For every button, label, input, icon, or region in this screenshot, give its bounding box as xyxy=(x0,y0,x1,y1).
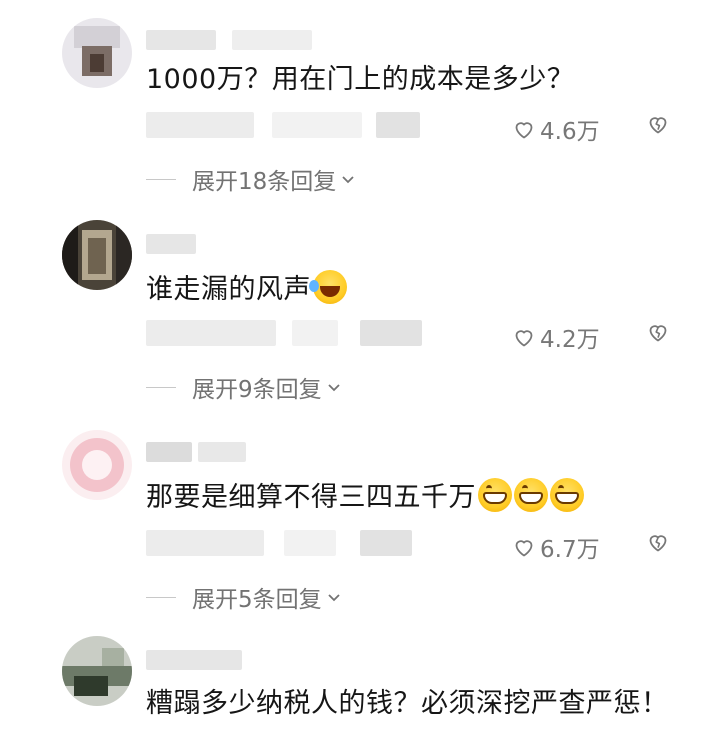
avatar[interactable] xyxy=(62,18,132,88)
heart-outline-icon xyxy=(515,122,533,139)
broken-heart-icon[interactable] xyxy=(646,320,670,344)
broken-heart-icon[interactable] xyxy=(646,112,670,136)
chevron-down-icon xyxy=(328,384,340,392)
comment-text: 谁走漏的风声 xyxy=(146,270,347,308)
heart-outline-icon xyxy=(515,540,533,557)
avatar[interactable] xyxy=(62,220,132,290)
avatar[interactable] xyxy=(62,430,132,500)
divider xyxy=(146,596,176,598)
divider xyxy=(146,178,176,180)
like-count: 4.6万 xyxy=(540,119,600,145)
chevron-down-icon xyxy=(342,176,354,184)
like-button[interactable]: 4.2万 xyxy=(512,320,600,354)
expand-replies-button[interactable]: 展开18条回复 xyxy=(146,162,356,196)
comment-text: 那要是细算不得三四五千万 xyxy=(146,478,584,516)
comment-text: 1000万？用在门上的成本是多少？ xyxy=(146,64,575,95)
avatar[interactable] xyxy=(62,636,132,706)
broken-heart-icon[interactable] xyxy=(646,530,670,554)
divider xyxy=(146,386,176,388)
expand-replies-button[interactable]: 展开9条回复 xyxy=(146,370,342,404)
grin-emoji xyxy=(514,478,548,512)
like-count: 6.7万 xyxy=(540,537,600,563)
like-button[interactable]: 4.6万 xyxy=(512,112,600,146)
chevron-down-icon xyxy=(328,594,340,602)
heart-outline-icon xyxy=(515,330,533,347)
grin-emoji xyxy=(550,478,584,512)
expand-replies-button[interactable]: 展开5条回复 xyxy=(146,580,342,614)
laugh-cry-emoji xyxy=(309,270,347,304)
grin-emoji xyxy=(478,478,512,512)
like-count: 4.2万 xyxy=(540,327,600,353)
comment-text: 糟蹋多少纳税人的钱？必须深挖严查严惩！ xyxy=(146,688,669,719)
like-button[interactable]: 6.7万 xyxy=(512,530,600,564)
